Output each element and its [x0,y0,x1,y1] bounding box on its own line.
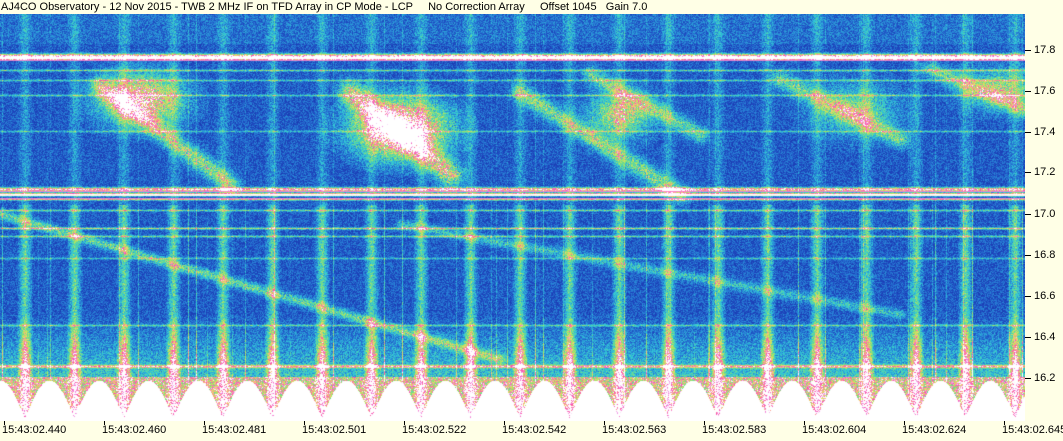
window-title: AJ4CO Observatory - 12 Nov 2015 - TWB 2 … [1,1,648,13]
time-label: 15:43:02.460 [102,424,167,436]
time-label: 15:43:02.481 [202,424,267,436]
frequency-tick [1025,255,1031,256]
frequency-label: 16.6 [1034,290,1056,302]
time-label: 15:43:02.563 [602,424,667,436]
frequency-tick [1025,132,1031,133]
time-label: 15:43:02.624 [902,424,967,436]
frequency-label: 17.0 [1034,208,1056,220]
frequency-tick [1025,378,1031,379]
frequency-tick [1025,214,1031,215]
frequency-axis: 17.8 17.6 17.4 17.2 17.0 16.8 16.6 16.4 16.2 [1025,14,1063,421]
frequency-label: 16.8 [1034,249,1056,261]
frequency-label: 16.4 [1034,331,1056,343]
frequency-label: 17.2 [1034,166,1056,178]
frequency-tick [1025,172,1031,173]
frequency-label: 17.4 [1034,126,1056,138]
time-label: 15:43:02.542 [502,424,567,436]
frequency-tick [1025,91,1031,92]
time-label: 15:43:02.583 [702,424,767,436]
spectrogram-display[interactable] [0,14,1025,421]
spectrogram-window: AJ4CO Observatory - 12 Nov 2015 - TWB 2 … [0,0,1063,441]
time-label: 15:43:02.604 [802,424,867,436]
time-label: 15:43:02.522 [402,424,467,436]
frequency-label: 16.2 [1034,372,1056,384]
frequency-tick [1025,337,1031,338]
frequency-tick [1025,50,1031,51]
frequency-tick [1025,296,1031,297]
time-label: 15:43:02.645 [1002,424,1063,436]
time-label: 15:43:02.501 [302,424,367,436]
frequency-label: 17.6 [1034,85,1056,97]
time-label: 15:43:02.440 [2,424,67,436]
time-axis: 15:43:02.440 15:43:02.460 15:43:02.481 15:4… [0,421,1063,441]
frequency-label: 17.8 [1034,44,1056,56]
